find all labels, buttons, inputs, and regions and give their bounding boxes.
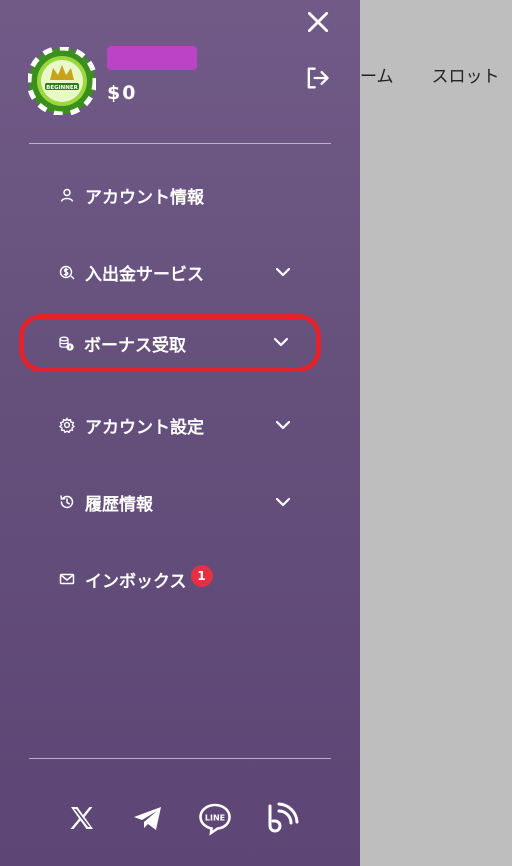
level-badge-text: BEGINNER (46, 85, 78, 91)
username-redaction (107, 46, 197, 70)
menu-item-inbox[interactable]: インボックス 1 (22, 552, 320, 606)
logout-icon (307, 67, 329, 89)
menu-label: アカウント設定 (85, 417, 204, 438)
menu-label: 入出金サービス (85, 264, 204, 285)
blog-icon[interactable] (264, 800, 300, 836)
background-nav: ーム スロット (360, 62, 512, 88)
close-icon (307, 11, 329, 33)
menu-label: 履歴情報 (85, 494, 153, 515)
user-icon (58, 186, 76, 204)
menu-label: ボーナス受取 (84, 335, 186, 356)
avatar: BEGINNER (26, 45, 98, 117)
logout-button[interactable] (303, 64, 331, 92)
money-icon (58, 263, 76, 281)
chevron-down-icon[interactable] (274, 416, 292, 434)
line-icon[interactable]: LINE (197, 800, 233, 836)
chevron-down-icon[interactable] (272, 333, 290, 351)
balance: $0 (107, 82, 138, 104)
menu-item-account-info[interactable]: アカウント情報 (22, 168, 320, 222)
mail-icon (58, 570, 76, 588)
menu-item-history[interactable]: 履歴情報 (22, 475, 320, 529)
menu-label: アカウント情報 (85, 187, 204, 208)
history-icon (58, 493, 76, 511)
divider (29, 758, 331, 759)
menu-item-deposit-withdraw[interactable]: 入出金サービス (22, 245, 320, 299)
side-drawer: BEGINNER $0 アカウント情報 入出金サービス ボーナス受取 アカウント… (0, 0, 360, 866)
menu-item-account-settings[interactable]: アカウント設定 (22, 398, 320, 452)
x-icon[interactable] (63, 800, 99, 836)
background-nav-item[interactable]: スロット (432, 62, 500, 88)
svg-text:LINE: LINE (205, 814, 225, 823)
gear-icon (58, 416, 76, 434)
chevron-down-icon[interactable] (274, 263, 292, 281)
menu-label: インボックス (85, 571, 187, 592)
social-links: LINE (0, 800, 360, 840)
chevron-down-icon[interactable] (274, 493, 292, 511)
unread-badge: 1 (190, 565, 213, 587)
menu-item-bonus[interactable]: ボーナス受取 (19, 314, 321, 372)
coins-icon (57, 334, 75, 352)
close-button[interactable] (305, 9, 331, 35)
telegram-icon[interactable] (130, 800, 166, 836)
background-nav-item[interactable]: ーム (360, 62, 394, 88)
divider (29, 143, 331, 144)
beginner-chip-icon: BEGINNER (26, 45, 98, 117)
